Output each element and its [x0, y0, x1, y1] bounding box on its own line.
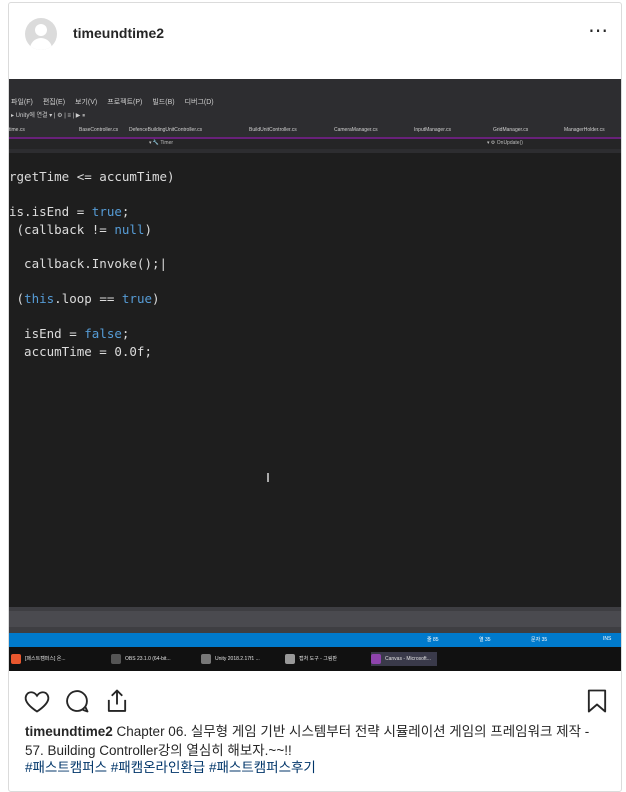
avatar[interactable]	[25, 18, 57, 50]
post-image: 파일(F) 편집(E) 보기(V) 프로젝트(P) 빌드(B) 디버그(D) ▸ Unit…	[9, 79, 621, 671]
windows-taskbar: [패스트캠퍼스] 온... OBS 23.1.0 (64-bit... Unity …	[9, 647, 621, 671]
code-line: (this.loop == true)	[9, 291, 160, 306]
code-line: accumTime = 0.0f;	[9, 344, 152, 359]
code-line: rgetTime <= accumTime)	[9, 169, 175, 184]
ide-nav-bar: ▾ 🔧 Timer ▾ ⚙ OnUpdate()	[9, 139, 621, 149]
post-caption: timeundtime2 Chapter 06. 실무형 게임 기반 시스템부터…	[25, 722, 607, 760]
ide-menu-item: 빌드(B)	[152, 99, 175, 106]
ide-menu-item: 디버그(D)	[184, 99, 214, 106]
ide-menu: 파일(F) 편집(E) 보기(V) 프로젝트(P) 빌드(B) 디버그(D)	[11, 97, 224, 107]
post-actions	[9, 683, 621, 723]
app-icon	[11, 654, 21, 664]
ide-menu-item: 보기(V)	[75, 99, 98, 106]
ide-header: 파일(F) 편집(E) 보기(V) 프로젝트(P) 빌드(B) 디버그(D) ▸ Unit…	[9, 79, 621, 153]
comment-icon[interactable]	[63, 687, 91, 715]
method-dropdown: ▾ ⚙ OnUpdate()	[487, 140, 523, 146]
ide-menu-item: 편집(E)	[42, 99, 66, 106]
class-dropdown: ▾ 🔧 Timer	[149, 140, 174, 146]
more-icon[interactable]: ⋯	[588, 21, 609, 41]
ide-tab: time.cs	[9, 127, 25, 133]
code-line: callback.Invoke();|	[9, 256, 168, 271]
code-line: isEnd = false;	[9, 326, 130, 341]
status-item: INS	[603, 636, 612, 642]
caption-username[interactable]: timeundtime2	[25, 724, 113, 739]
app-icon	[285, 654, 295, 664]
bookmark-icon[interactable]	[583, 687, 611, 715]
ide-tab: CameraManager.cs	[334, 127, 378, 133]
taskbar-item: [패스트캠퍼스] 온...	[11, 652, 66, 666]
horizontal-scrollbar	[9, 607, 621, 633]
ide-tab: InputManager.cs	[414, 127, 451, 133]
post-header: timeundtime2 ⋯	[9, 3, 621, 65]
app-icon	[371, 654, 381, 664]
ide-tab: ManagerHolder.cs	[564, 127, 605, 133]
ide-tab: GridManager.cs	[493, 127, 529, 133]
ide-tabs: time.cs BaseController.cs DefenceBuildingU…	[9, 125, 621, 139]
ide-status-bar: 줄 85 열 35 문자 35 INS	[9, 633, 621, 647]
hashtags[interactable]: #패스트캠퍼스 #패캠온라인환급 #패스트캠퍼스후기	[25, 758, 316, 777]
taskbar-item: Canvas - Microsoft...	[371, 652, 437, 666]
app-icon	[111, 654, 121, 664]
heart-icon[interactable]	[23, 687, 51, 715]
ide-menu-item: 파일(F)	[11, 99, 33, 106]
share-icon[interactable]	[103, 687, 131, 715]
ide-menu-item: 프로젝트(P)	[107, 99, 143, 106]
app-icon	[201, 654, 211, 664]
instagram-post-card: timeundtime2 ⋯ 파일(F) 편집(E) 보기(V) 프로젝트(P) 빌드(…	[8, 2, 622, 792]
code-line: is.isEnd = true;	[9, 204, 130, 219]
username-link[interactable]: timeundtime2	[73, 25, 164, 41]
ide-toolbar: ▸ Unity에 연결 ▾ | ⚙ | ≡ | ▶ ⏸	[11, 113, 86, 119]
taskbar-item: OBS 23.1.0 (64-bit...	[111, 652, 171, 666]
ide-tab: DefenceBuildingUnitController.cs	[129, 127, 203, 133]
status-item: 열 35	[479, 637, 491, 643]
taskbar-item: Unity 2018.2.17f1 ...	[201, 652, 260, 666]
status-item: 문자 35	[531, 637, 548, 643]
code-line: (callback != null)	[9, 222, 152, 237]
ide-tab: BaseController.cs	[79, 127, 119, 133]
ide-tab: BuildUnitController.cs	[249, 127, 297, 133]
mouse-cursor	[267, 473, 269, 482]
status-item: 줄 85	[427, 637, 439, 643]
code-editor: rgetTime <= accumTime) is.isEnd = true; (…	[9, 153, 621, 608]
taskbar-item: 캡처 도구 - 그림판	[285, 652, 337, 666]
